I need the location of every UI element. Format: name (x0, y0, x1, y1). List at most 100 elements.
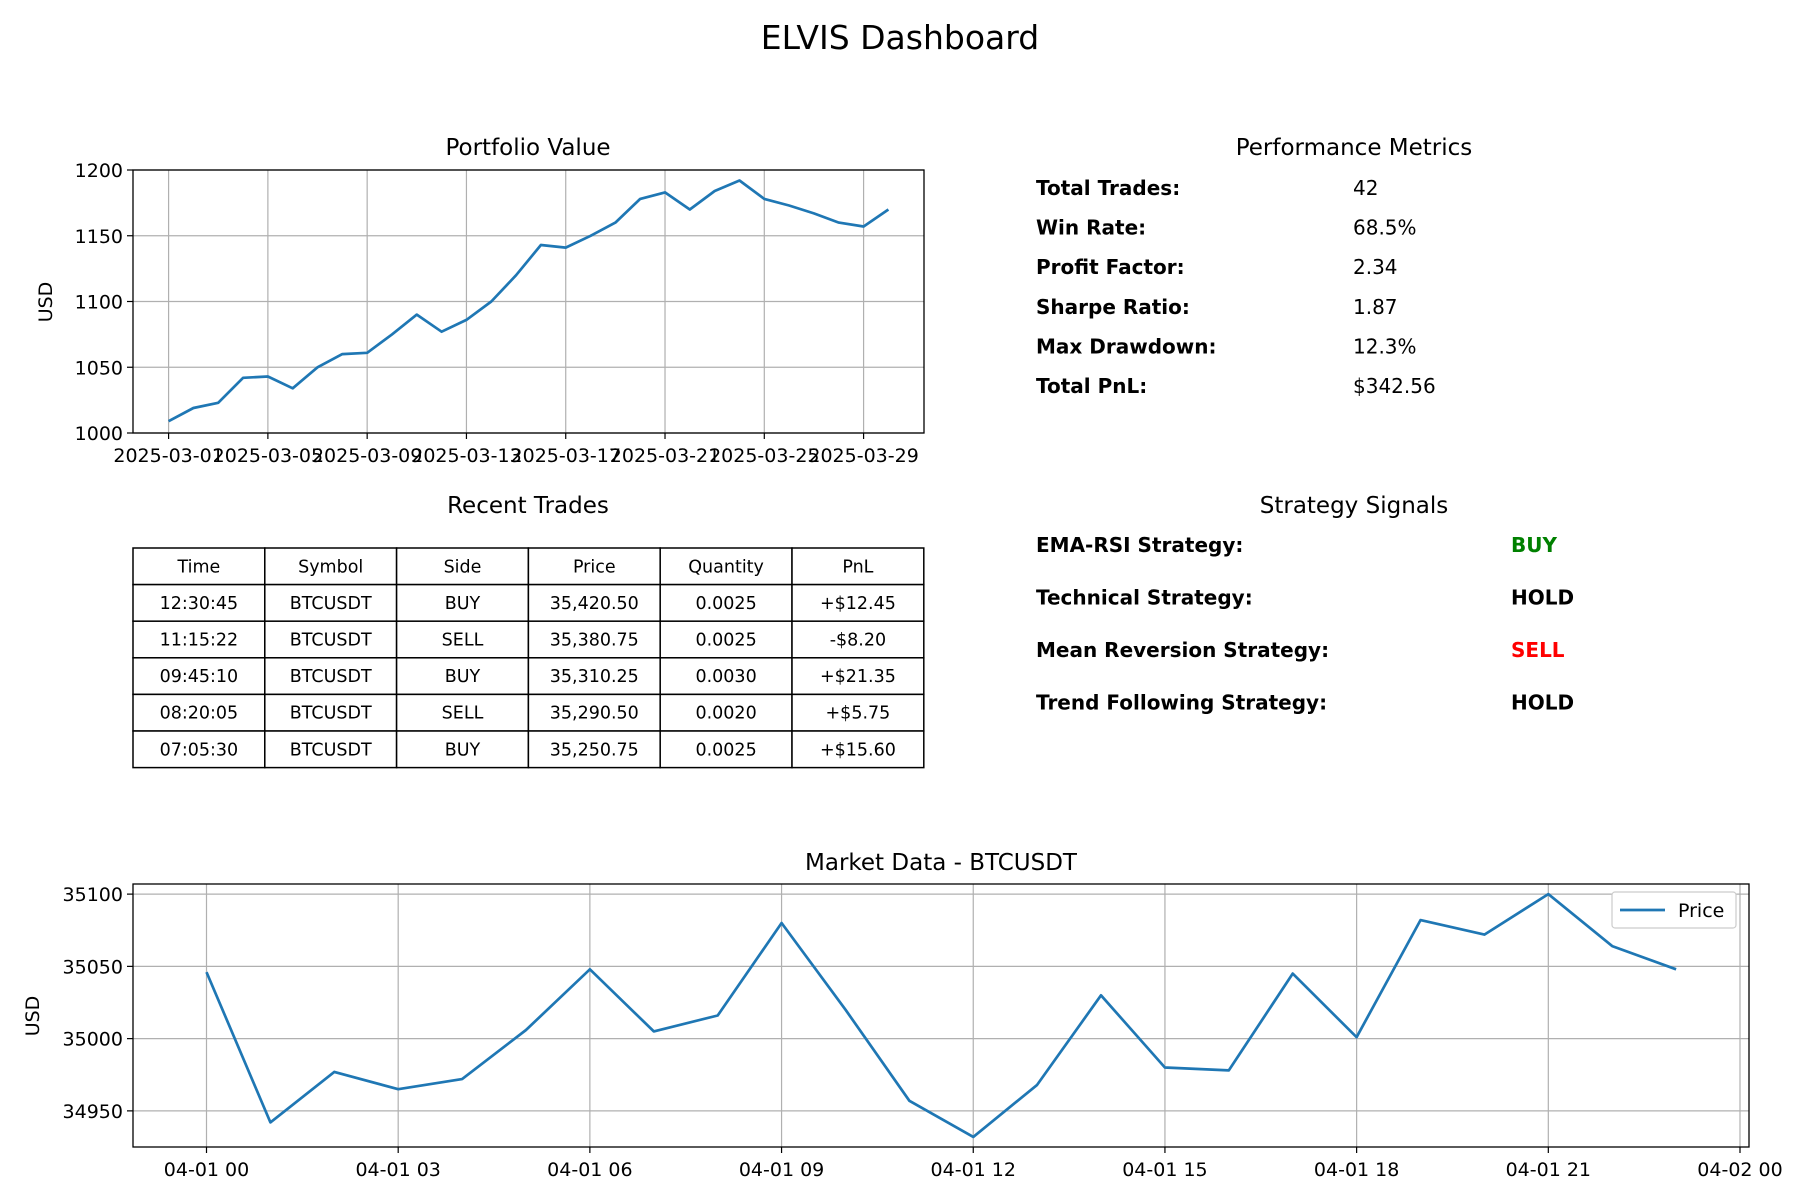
portfolio-chart: Portfolio Value 2025-03-012025-03-052025… (35, 135, 925, 467)
metric-value: 42 (1353, 176, 1378, 200)
market-x-tick-label: 04-01 12 (931, 1159, 1016, 1181)
table-cell-text: 0.0020 (695, 704, 756, 724)
metric-value: 2.34 (1353, 255, 1398, 279)
signal-label: Mean Reversion Strategy: (1036, 638, 1329, 662)
table-cell-text: SELL (442, 704, 484, 724)
market-y-axis-label: USD (22, 996, 44, 1037)
dashboard-canvas: ELVIS Dashboard Portfolio Value 2025-03-… (22, 18, 1783, 1181)
portfolio-y-axis-label: USD (35, 282, 57, 323)
signal-value: BUY (1511, 533, 1557, 557)
portfolio-x-tick-label: 2025-03-29 (808, 445, 918, 467)
portfolio-x-tick-label: 2025-03-17 (511, 445, 621, 467)
metric-value: 12.3% (1353, 334, 1417, 358)
metric-label: Sharpe Ratio: (1036, 295, 1190, 319)
metric-label: Total PnL: (1036, 374, 1147, 398)
table-row: 07:05:30 BTCUSDT BUY 35,250.75 0.0025 +$15.60 (132, 730, 925, 769)
table-header-cell: Quantity (688, 557, 764, 577)
metric-value: $342.56 (1353, 374, 1436, 398)
market-chart: Market Data - BTCUSDT 04-01 00 04-01 03 04… (22, 850, 1783, 1181)
signal-label: Technical Strategy: (1036, 586, 1253, 610)
table-cell-text: BTCUSDT (290, 667, 372, 687)
market-y-tick-label: 34950 (63, 1101, 123, 1123)
table-row: 11:15:22 BTCUSDT SELL 35,380.75 0.0025 -$8.20 (132, 620, 925, 659)
market-x-tick-label: 04-01 06 (547, 1159, 632, 1181)
table-cell-text: +$15.60 (820, 740, 896, 760)
metric-label: Win Rate: (1036, 216, 1146, 240)
market-x-tick-label: 04-01 09 (739, 1159, 824, 1181)
table-cell-text: 35,290.50 (550, 704, 639, 724)
table-row: 12:30:45 BTCUSDT BUY 35,420.50 0.0025 +$12.45 (132, 583, 925, 622)
table-cell-text: +$5.75 (826, 704, 891, 724)
table-header-cell: Time (176, 557, 220, 577)
table-cell-text: BUY (445, 740, 481, 760)
signal-label: EMA-RSI Strategy: (1036, 533, 1243, 557)
market-price-line (205, 892, 1677, 1139)
table-cell-text: 0.0025 (695, 631, 756, 651)
market-x-tick-label: 04-01 18 (1314, 1159, 1399, 1181)
table-header-row: Time Symbol Side Price Quantity PnL (132, 547, 925, 586)
portfolio-y-tick-label: 1100 (75, 292, 123, 314)
market-x-tick-label: 04-01 03 (355, 1159, 440, 1181)
table-cell-text: 0.0025 (695, 740, 756, 760)
table-row: 09:45:10 BTCUSDT BUY 35,310.25 0.0030 +$21.35 (132, 657, 925, 696)
metric-value: 1.87 (1353, 295, 1398, 319)
signal-value: HOLD (1511, 586, 1574, 610)
portfolio-y-tick-label: 1050 (75, 357, 123, 379)
portfolio-x-tick-label: 2025-03-01 (113, 445, 223, 467)
table-cell-text: 35,250.75 (550, 740, 639, 760)
strategy-signals-title: Strategy Signals (1260, 493, 1449, 519)
market-x-tick-label: 04-02 00 (1697, 1159, 1782, 1181)
table-header-cell: Price (573, 557, 616, 577)
portfolio-x-tick-label: 2025-03-05 (213, 445, 323, 467)
table-cell-text: 0.0030 (695, 667, 756, 687)
portfolio-x-tick-label: 2025-03-25 (709, 445, 819, 467)
performance-metrics-title: Performance Metrics (1236, 135, 1473, 161)
table-cell-text: BTCUSDT (290, 740, 372, 760)
table-cell-text: 11:15:22 (160, 631, 239, 651)
performance-metrics-panel: Performance Metrics Total Trades: 42 Win R… (1036, 135, 1472, 398)
market-plot-frame (132, 883, 1750, 1148)
market-y-tick-label: 35050 (63, 956, 123, 978)
recent-trades-panel: Recent Trades Time Symbol Side Price Quantit… (132, 493, 925, 769)
table-cell-text: 35,380.75 (550, 631, 639, 651)
table-cell-text: BUY (445, 667, 481, 687)
metric-value: 68.5% (1353, 216, 1417, 240)
metric-label: Max Drawdown: (1036, 334, 1216, 358)
table-cell-text: 09:45:10 (160, 667, 239, 687)
portfolio-chart-title: Portfolio Value (445, 135, 610, 161)
table-cell-text: BTCUSDT (290, 704, 372, 724)
portfolio-y-tick-label: 1150 (75, 226, 123, 248)
table-cell-text: 12:30:45 (160, 594, 239, 614)
market-chart-title: Market Data - BTCUSDT (805, 850, 1078, 876)
market-legend-label: Price (1678, 900, 1724, 922)
market-x-tick-label: 04-01 21 (1506, 1159, 1591, 1181)
portfolio-y-tick-label: 1000 (75, 423, 123, 445)
table-cell-text: 07:05:30 (160, 740, 239, 760)
metric-label: Profit Factor: (1036, 255, 1185, 279)
table-cell-text: SELL (442, 631, 484, 651)
strategy-signals-panel: Strategy Signals EMA-RSI Strategy: BUY Tec… (1036, 493, 1574, 715)
table-cell-text: +$21.35 (820, 667, 896, 687)
table-header-cell: Side (444, 557, 482, 577)
table-cell-text: 35,420.50 (550, 594, 639, 614)
market-x-tick-label: 04-01 15 (1122, 1159, 1207, 1181)
market-axis-ticks: 04-01 00 04-01 03 04-01 06 04-01 09 04-01 12… (63, 884, 1783, 1181)
portfolio-x-tick-label: 2025-03-09 (312, 445, 422, 467)
market-x-tick-label: 04-01 00 (164, 1159, 249, 1181)
market-legend: Price (1611, 891, 1737, 929)
table-cell-text: -$8.20 (830, 631, 886, 651)
dashboard-title: ELVIS Dashboard (761, 18, 1039, 57)
market-grid (133, 884, 1749, 1147)
signal-label: Trend Following Strategy: (1036, 691, 1327, 715)
table-header-cell: Symbol (298, 557, 363, 577)
table-cell-text: 08:20:05 (160, 704, 239, 724)
market-y-tick-label: 35100 (63, 884, 123, 906)
table-cell-text: BUY (445, 594, 481, 614)
table-cell-text: 35,310.25 (550, 667, 639, 687)
table-cell-text: +$12.45 (820, 594, 896, 614)
table-cell-text: 0.0025 (695, 594, 756, 614)
portfolio-x-tick-label: 2025-03-21 (610, 445, 720, 467)
metric-label: Total Trades: (1036, 176, 1180, 200)
table-row: 08:20:05 BTCUSDT SELL 35,290.50 0.0020 +$5.75 (132, 693, 925, 732)
signal-value: SELL (1511, 638, 1565, 662)
